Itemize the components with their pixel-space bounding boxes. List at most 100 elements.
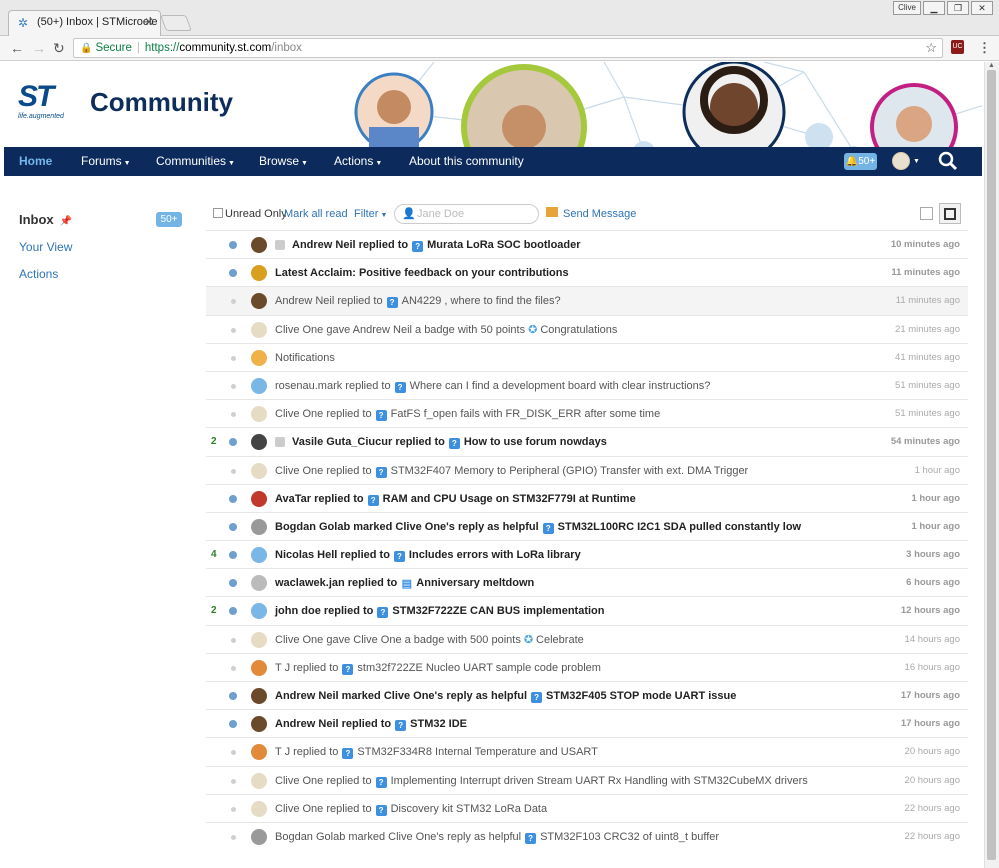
message-subject[interactable]: STM32F334R8 Internal Temperature and USA… — [357, 746, 598, 758]
nav-actions[interactable]: Actions ▼ — [334, 147, 382, 176]
unread-dot-icon[interactable] — [229, 579, 237, 588]
unread-dot-icon[interactable] — [229, 522, 237, 531]
message-subject[interactable]: stm32f722ZE Nucleo UART sample code prob… — [357, 662, 601, 674]
mark-all-read-link[interactable]: Mark all read — [284, 208, 348, 220]
read-dot-icon[interactable] — [231, 327, 236, 333]
avatar[interactable] — [251, 349, 267, 366]
avatar[interactable] — [251, 237, 267, 253]
avatar[interactable] — [251, 547, 267, 564]
scroll-up-icon[interactable]: ▲ — [988, 62, 995, 69]
new-tab-button[interactable] — [160, 15, 192, 31]
avatar[interactable] — [251, 518, 267, 535]
message-subject[interactable]: STM32 IDE — [410, 718, 467, 730]
read-dot-icon[interactable] — [231, 806, 236, 812]
message-subject[interactable]: Includes errors with LoRa library — [409, 549, 581, 561]
inbox-row[interactable]: Andrew Neil marked Clive One's reply as … — [206, 681, 968, 710]
unread-dot-icon[interactable] — [229, 551, 237, 560]
unread-only-checkbox[interactable] — [213, 208, 223, 218]
unread-dot-icon[interactable] — [229, 494, 237, 503]
sidebar-item-actions[interactable]: Actions — [19, 267, 189, 281]
inbox-row[interactable]: T J replied to? STM32F334R8 Internal Temp… — [206, 737, 968, 766]
inbox-row[interactable]: 2 john doe replied to? STM32F722ZE CAN BUS… — [206, 596, 968, 625]
avatar[interactable] — [251, 321, 267, 338]
pin-icon[interactable]: 📌 — [60, 216, 72, 227]
message-subject[interactable]: How to use forum nowdays — [464, 436, 607, 448]
message-subject[interactable]: RAM and CPU Usage on STM32F779I at Runti… — [383, 493, 636, 505]
inbox-row[interactable]: Clive One replied to? FatFS f_open fails … — [206, 399, 968, 428]
read-dot-icon[interactable] — [231, 412, 236, 418]
read-dot-icon[interactable] — [231, 665, 236, 671]
nav-browse[interactable]: Browse ▼ — [259, 147, 308, 176]
avatar[interactable] — [251, 800, 267, 817]
avatar[interactable] — [251, 688, 267, 704]
message-subject[interactable]: STM32F722ZE CAN BUS implementation — [392, 605, 604, 617]
message-subject[interactable]: FatFS f_open fails with FR_DISK_ERR afte… — [391, 408, 661, 420]
nav-forums[interactable]: Forums ▼ — [81, 147, 131, 176]
read-dot-icon[interactable] — [231, 637, 236, 643]
nav-communities[interactable]: Communities ▼ — [156, 147, 235, 176]
unread-dot-icon[interactable] — [229, 720, 237, 729]
inbox-row[interactable]: Clive One replied to? Discovery kit STM32… — [206, 793, 968, 822]
message-subject[interactable]: Discovery kit STM32 LoRa Data — [391, 803, 548, 815]
close-tab-icon[interactable]: ✕ — [144, 15, 154, 29]
unread-dot-icon[interactable] — [229, 269, 237, 278]
inbox-row[interactable]: Bogdan Golab marked Clive One's reply as… — [206, 821, 968, 851]
inbox-row[interactable]: waclawek.jan replied to ▤ Anniversary melt… — [206, 568, 968, 597]
inbox-row[interactable]: Clive One gave Clive One a badge with 50… — [206, 624, 968, 653]
read-dot-icon[interactable] — [231, 750, 236, 756]
avatar[interactable] — [251, 265, 267, 282]
message-actor[interactable]: Notifications — [275, 352, 335, 364]
url-input[interactable]: 🔒 Secure | https://community.st.com/inbox ☆ — [73, 38, 943, 58]
filter-dropdown[interactable]: Filter ▼ — [354, 208, 387, 220]
inbox-row[interactable]: rosenau.mark replied to? Where can I find… — [206, 370, 968, 400]
profile-button[interactable]: Clive — [893, 1, 921, 15]
message-subject[interactable]: STM32F407 Memory to Peripheral (GPIO) Tr… — [391, 465, 749, 477]
avatar[interactable] — [251, 828, 267, 845]
avatar[interactable] — [251, 772, 267, 789]
bookmark-star-icon[interactable]: ☆ — [925, 39, 937, 57]
avatar[interactable] — [251, 490, 267, 507]
list-view-icon[interactable] — [920, 207, 933, 220]
message-subject[interactable]: STM32L100RC I2C1 SDA pulled constantly l… — [558, 521, 801, 533]
message-subject[interactable]: Congratulations — [540, 324, 617, 336]
message-subject[interactable]: STM32F405 STOP mode UART issue — [546, 690, 736, 702]
avatar[interactable] — [251, 377, 267, 394]
inbox-row[interactable]: Clive One replied to? STM32F407 Memory to… — [206, 455, 968, 484]
close-window-button[interactable]: ✕ — [971, 1, 993, 15]
message-subject[interactable]: Murata LoRa SOC bootloader — [427, 239, 580, 251]
read-dot-icon[interactable] — [231, 834, 236, 840]
user-avatar[interactable] — [892, 152, 910, 170]
browser-tab[interactable]: ✲ (50+) Inbox | STMicroele ✕ — [8, 10, 161, 36]
avatar[interactable] — [251, 603, 267, 620]
inbox-row[interactable]: Andrew Neil replied to? Murata LoRa SOC b… — [206, 230, 968, 259]
avatar[interactable] — [251, 406, 267, 423]
avatar[interactable] — [251, 716, 267, 733]
forward-icon[interactable]: → — [32, 40, 46, 56]
unread-dot-icon[interactable] — [229, 241, 237, 249]
message-subject[interactable]: STM32F103 CRC32 of uint8_t buffer — [540, 831, 719, 843]
maximize-button[interactable]: ❐ — [947, 1, 969, 15]
send-message-link[interactable]: Send Message — [563, 208, 636, 220]
search-icon[interactable] — [938, 151, 958, 171]
avatar[interactable] — [251, 462, 267, 479]
inbox-row[interactable]: T J replied to? stm32f722ZE Nucleo UART s… — [206, 652, 968, 681]
message-subject[interactable]: Celebrate — [536, 634, 584, 646]
notifications-button[interactable]: 🔔50+ — [844, 153, 877, 170]
inbox-row[interactable]: Andrew Neil replied to? STM32 IDE 17 hours… — [206, 709, 968, 738]
read-dot-icon[interactable] — [231, 355, 236, 361]
browser-menu-icon[interactable]: ⋮ — [978, 40, 991, 56]
back-icon[interactable]: ← — [10, 40, 24, 56]
inbox-row[interactable]: Clive One gave Andrew Neil a badge with … — [206, 314, 968, 343]
unread-dot-icon[interactable] — [229, 692, 237, 700]
message-subject[interactable]: AN4229 , where to find the files? — [402, 295, 561, 307]
inbox-row[interactable]: Clive One replied to? Implementing Interr… — [206, 765, 968, 794]
reload-icon[interactable]: ↻ — [53, 40, 65, 57]
inbox-row[interactable]: AvaTar replied to? RAM and CPU Usage on S… — [206, 483, 968, 512]
avatar[interactable] — [251, 434, 267, 451]
nav-home[interactable]: Home — [19, 147, 52, 176]
message-subject[interactable]: Implementing Interrupt driven Stream UAR… — [391, 775, 808, 787]
avatar[interactable] — [251, 744, 267, 761]
inbox-row[interactable]: Latest Acclaim: Positive feedback on you… — [206, 258, 968, 287]
inbox-row[interactable]: 4 Nicolas Hell replied to? Includes errors… — [206, 540, 968, 569]
avatar[interactable] — [251, 631, 267, 648]
